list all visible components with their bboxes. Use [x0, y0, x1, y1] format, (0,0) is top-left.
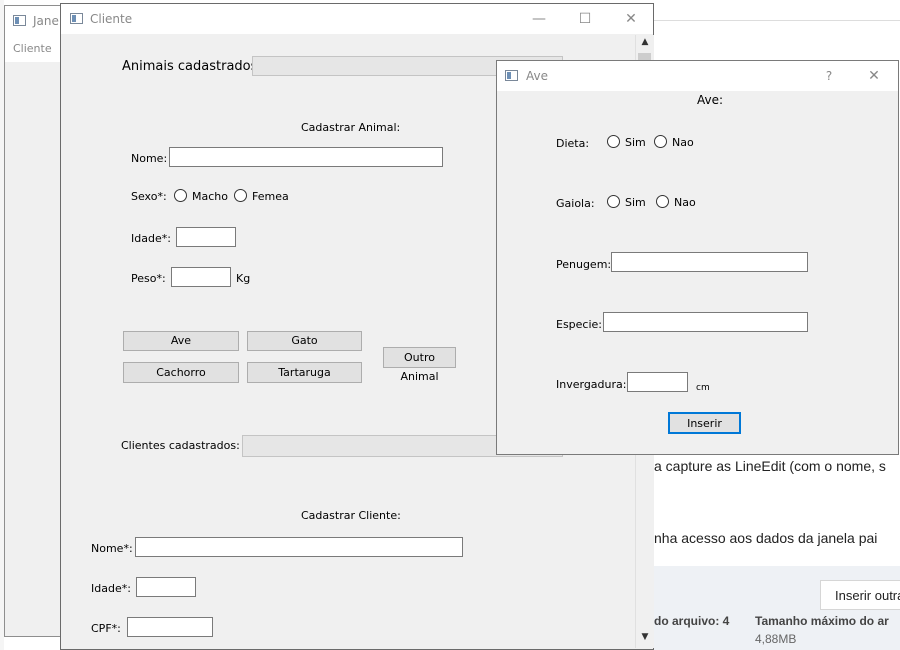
maximize-icon[interactable]: ☐: [565, 8, 605, 30]
gaiola-nao-label: Nao: [674, 196, 696, 209]
nome-label: Nome:: [131, 152, 168, 165]
animais-cadastrados-label: Animais cadastrados:: [122, 59, 262, 74]
sexo-macho-label: Macho: [192, 190, 228, 203]
cliente-cpf-label: CPF*:: [91, 622, 121, 635]
idade-label: Idade*:: [131, 232, 171, 245]
sexo-label: Sexo*:: [131, 190, 167, 203]
page-text-line2: nha acesso aos dados da janela pai: [654, 530, 878, 546]
dieta-nao-label: Nao: [672, 136, 694, 149]
ave-header: Ave:: [697, 93, 724, 107]
tartaruga-button[interactable]: Tartaruga: [247, 362, 362, 383]
cachorro-button[interactable]: Cachorro: [123, 362, 239, 383]
invergadura-unit: cm: [696, 383, 710, 393]
cliente-cpf-input[interactable]: [127, 617, 213, 637]
minimize-icon[interactable]: —: [519, 8, 559, 30]
gaiola-sim-label: Sim: [625, 196, 646, 209]
cliente-titlebar: Cliente — ☐ ✕: [61, 4, 653, 34]
file-count-label: do arquivo: 4: [654, 614, 730, 628]
sexo-femea-label: Femea: [252, 190, 289, 203]
penugem-label: Penugem:: [556, 258, 612, 271]
cliente-idade-label: Idade*:: [91, 582, 131, 595]
page-top-bar: [650, 0, 900, 21]
peso-input[interactable]: [171, 267, 231, 287]
app-window-icon: [70, 13, 83, 24]
dieta-sim-radio[interactable]: [607, 135, 620, 148]
invergadura-input[interactable]: [627, 372, 688, 392]
page-text-line1: a capture as LineEdit (com o nome, s: [654, 458, 886, 474]
sexo-macho-radio[interactable]: [174, 189, 187, 202]
cliente-nome-label: Nome*:: [91, 542, 133, 555]
gato-button[interactable]: Gato: [247, 331, 362, 351]
scroll-down-icon[interactable]: ▼: [636, 632, 654, 646]
max-size-label: Tamanho máximo do ar: [755, 614, 889, 628]
idade-input[interactable]: [176, 227, 236, 247]
invergadura-label: Invergadura:: [556, 378, 627, 391]
gaiola-label: Gaiola:: [556, 197, 595, 210]
cliente-nome-input[interactable]: [135, 537, 463, 557]
dieta-nao-radio[interactable]: [654, 135, 667, 148]
ave-titlebar: Ave ? ✕: [497, 61, 898, 91]
close-icon[interactable]: ✕: [854, 65, 894, 87]
sexo-femea-radio[interactable]: [234, 189, 247, 202]
cadastrar-animal-header: Cadastrar Animal:: [301, 121, 401, 134]
dieta-sim-label: Sim: [625, 136, 646, 149]
gaiola-sim-radio[interactable]: [607, 195, 620, 208]
ave-dialog: Ave ? ✕ Ave: Dieta: Sim Nao Gaiola: Sim …: [496, 60, 899, 455]
scroll-up-icon[interactable]: ▲: [636, 37, 654, 51]
cliente-idade-input[interactable]: [136, 577, 196, 597]
peso-label: Peso*:: [131, 272, 166, 285]
gaiola-nao-radio[interactable]: [656, 195, 669, 208]
ave-button[interactable]: Ave: [123, 331, 239, 351]
app-window-icon: [13, 15, 26, 26]
cliente-title: Cliente: [90, 12, 133, 26]
penugem-input[interactable]: [611, 252, 808, 272]
app-window-icon: [505, 70, 518, 81]
menu-cliente[interactable]: Cliente: [13, 42, 52, 55]
clientes-cadastrados-label: Clientes cadastrados:: [121, 439, 240, 452]
nome-input[interactable]: [169, 147, 443, 167]
close-icon[interactable]: ✕: [611, 8, 651, 30]
especie-input[interactable]: [603, 312, 808, 332]
outro-animal-button[interactable]: Outro Animal: [383, 347, 456, 383]
insert-another-button[interactable]: Inserir outra: [820, 580, 900, 610]
dieta-label: Dieta:: [556, 137, 590, 150]
janela-title: Janel: [33, 14, 63, 28]
cadastrar-cliente-header: Cadastrar Cliente:: [301, 509, 401, 522]
especie-label: Especie:: [556, 318, 603, 331]
insert-another-label: Inserir outra: [835, 588, 900, 603]
peso-unit: Kg: [236, 272, 251, 285]
inserir-button[interactable]: Inserir: [668, 412, 741, 434]
max-size-value: 4,88MB: [755, 632, 797, 646]
ave-title: Ave: [526, 69, 548, 83]
help-icon[interactable]: ?: [809, 65, 849, 87]
